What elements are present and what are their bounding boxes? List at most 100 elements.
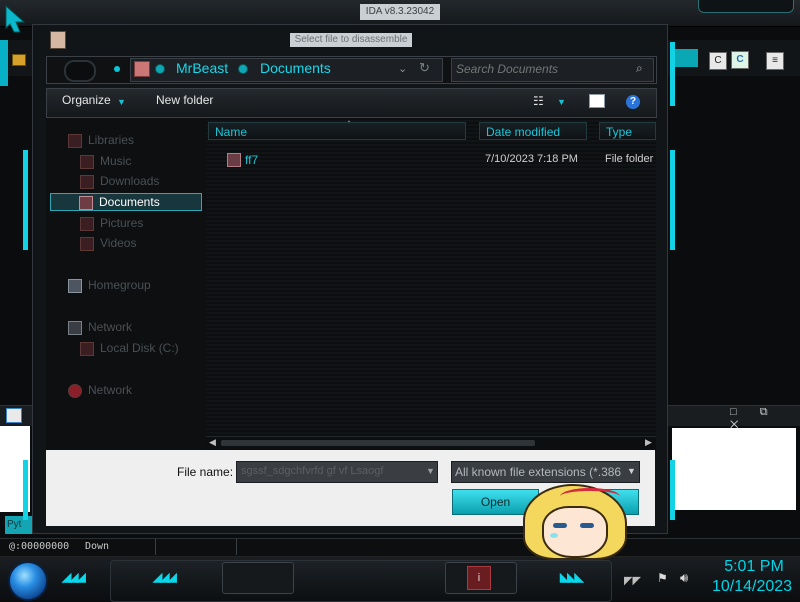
- nav-item-documents[interactable]: Documents: [50, 193, 202, 211]
- taskbar-dock: [110, 560, 612, 602]
- nav-item-label: Homegroup: [88, 278, 151, 292]
- ida-logo-icon: [5, 4, 26, 33]
- breadcrumb-documents[interactable]: Documents: [260, 60, 331, 76]
- chevron-down-icon[interactable]: ▼: [557, 97, 566, 107]
- chevron-down-icon[interactable]: ⌄: [398, 62, 407, 75]
- nav-item-label: Videos: [100, 236, 137, 250]
- mascot-cheek-mark: [550, 533, 558, 538]
- nav-item-network[interactable]: Network: [68, 381, 132, 399]
- mascot-face: [542, 506, 608, 558]
- recent-locations-indicator[interactable]: [114, 66, 120, 72]
- folder-icon: [227, 153, 241, 167]
- pictures-icon: [80, 216, 94, 231]
- start-button[interactable]: [8, 561, 48, 601]
- file-row-name[interactable]: ff7: [245, 153, 258, 167]
- nav-item-label: Libraries: [88, 133, 135, 147]
- videos-icon: [80, 236, 94, 251]
- change-view-icon[interactable]: ☷: [533, 94, 549, 108]
- homegroup-icon: [68, 278, 82, 293]
- nav-item-music[interactable]: Music: [80, 152, 131, 170]
- breadcrumb-mrbeast[interactable]: MrBeast: [176, 60, 228, 76]
- output-window-icon: [6, 408, 22, 423]
- help-icon[interactable]: ?: [626, 95, 640, 109]
- column-header-type[interactable]: Type: [599, 122, 656, 140]
- ida-toolbar-highlight[interactable]: [674, 49, 698, 67]
- taskbar-app-slot[interactable]: [222, 562, 294, 594]
- file-name-label: File name:: [177, 465, 234, 479]
- ida-output-area-right[interactable]: [672, 428, 796, 510]
- nav-item-label: Network: [88, 320, 133, 334]
- nav-item-libraries[interactable]: Libraries: [68, 131, 134, 149]
- nav-item-label: Documents: [99, 195, 160, 209]
- file-type-filter-value[interactable]: All known file extensions (*.386: [455, 465, 621, 479]
- nav-item-local-disk[interactable]: Local Disk (C:): [80, 339, 179, 357]
- scroll-left-icon[interactable]: ◀: [209, 437, 216, 448]
- chevron-decor-icon: ◢◢◢: [153, 570, 177, 584]
- dialog-title: Select file to disassemble: [290, 33, 412, 47]
- nav-item-label: Music: [100, 154, 132, 168]
- mascot-eye: [553, 523, 567, 528]
- nav-item-label: Local Disk (C:): [100, 341, 179, 355]
- c-file-icon[interactable]: C: [709, 52, 727, 70]
- documents-icon: [79, 195, 93, 210]
- scrollbar-thumb[interactable]: [221, 440, 535, 446]
- chevron-down-icon[interactable]: ▼: [627, 466, 636, 476]
- status-empty-cell: [155, 539, 237, 555]
- ida-window-title: IDA v8.3.23042: [360, 4, 440, 20]
- python-console-tab[interactable]: Pyt: [5, 516, 35, 534]
- ida-taskbar-icon[interactable]: i: [467, 566, 491, 590]
- nav-item-homegroup[interactable]: Homegroup: [68, 276, 151, 294]
- file-row-date: 7/10/2023 7:18 PM: [485, 153, 578, 165]
- new-folder-button[interactable]: New folder: [156, 93, 213, 107]
- volume-icon[interactable]: 🔊︎: [680, 570, 688, 586]
- file-row[interactable]: [210, 150, 656, 170]
- folder-icon[interactable]: [12, 54, 26, 66]
- back-forward-ring[interactable]: [64, 60, 96, 82]
- file-row-type: File folder: [605, 153, 654, 165]
- nav-item-computer[interactable]: Network: [68, 318, 132, 336]
- libraries-icon: [68, 133, 82, 148]
- chevron-down-icon[interactable]: ▼: [117, 97, 126, 107]
- ida-window-controls[interactable]: [698, 0, 794, 13]
- action-center-flag-icon[interactable]: ⚑: [657, 571, 668, 585]
- search-input[interactable]: [456, 61, 628, 77]
- file-name-value[interactable]: sgssf_sdgchfvrfd gf vf Lsaogf: [241, 465, 419, 477]
- nav-item-label: Downloads: [100, 174, 160, 188]
- c-checked-icon[interactable]: C: [731, 51, 749, 69]
- frame-accent-left: [23, 460, 28, 520]
- frame-accent-right: [670, 150, 675, 250]
- nav-item-videos[interactable]: Videos: [80, 234, 136, 252]
- frame-accent-left: [23, 150, 28, 250]
- column-header-name[interactable]: Name: [208, 122, 466, 140]
- frame-accent-right: [670, 460, 675, 520]
- mascot-eye: [580, 523, 594, 528]
- breadcrumb-separator-icon[interactable]: [155, 64, 165, 74]
- breadcrumb-separator-icon[interactable]: [238, 64, 248, 74]
- output-window-controls[interactable]: □ ⧉ ✕: [730, 406, 800, 431]
- ida-status-bar: [0, 538, 800, 557]
- drive-icon: [80, 341, 94, 356]
- refresh-icon[interactable]: ↻: [419, 60, 430, 76]
- ida-left-accent: [0, 40, 8, 86]
- music-icon: [80, 154, 94, 169]
- status-search-direction: Down: [85, 541, 110, 552]
- nav-item-downloads[interactable]: Downloads: [80, 172, 159, 190]
- column-header-date-modified[interactable]: Date modified: [479, 122, 587, 140]
- back-forward-buttons[interactable]: [58, 56, 98, 82]
- chevron-left-icon: ◢◢◢: [62, 570, 86, 584]
- scroll-right-icon[interactable]: ▶: [645, 437, 652, 448]
- clock-time[interactable]: 5:01 PM: [712, 558, 796, 576]
- nav-item-label: Pictures: [100, 216, 144, 230]
- user-folder-icon: [134, 61, 150, 77]
- search-icon[interactable]: ⌕: [636, 61, 643, 76]
- preview-pane-icon[interactable]: [589, 94, 605, 108]
- clock-date[interactable]: 10/14/2023: [707, 578, 797, 596]
- document-list-icon[interactable]: ≡: [766, 52, 784, 70]
- chevron-down-icon[interactable]: ▼: [426, 466, 435, 476]
- status-address: @:00000000: [9, 541, 70, 552]
- mascot-headband: [560, 488, 620, 505]
- nav-item-pictures[interactable]: Pictures: [80, 214, 143, 232]
- organize-button[interactable]: Organize: [62, 93, 111, 107]
- show-desktop-icon[interactable]: ◤◤: [624, 574, 646, 587]
- dialog-app-icon: [50, 31, 66, 49]
